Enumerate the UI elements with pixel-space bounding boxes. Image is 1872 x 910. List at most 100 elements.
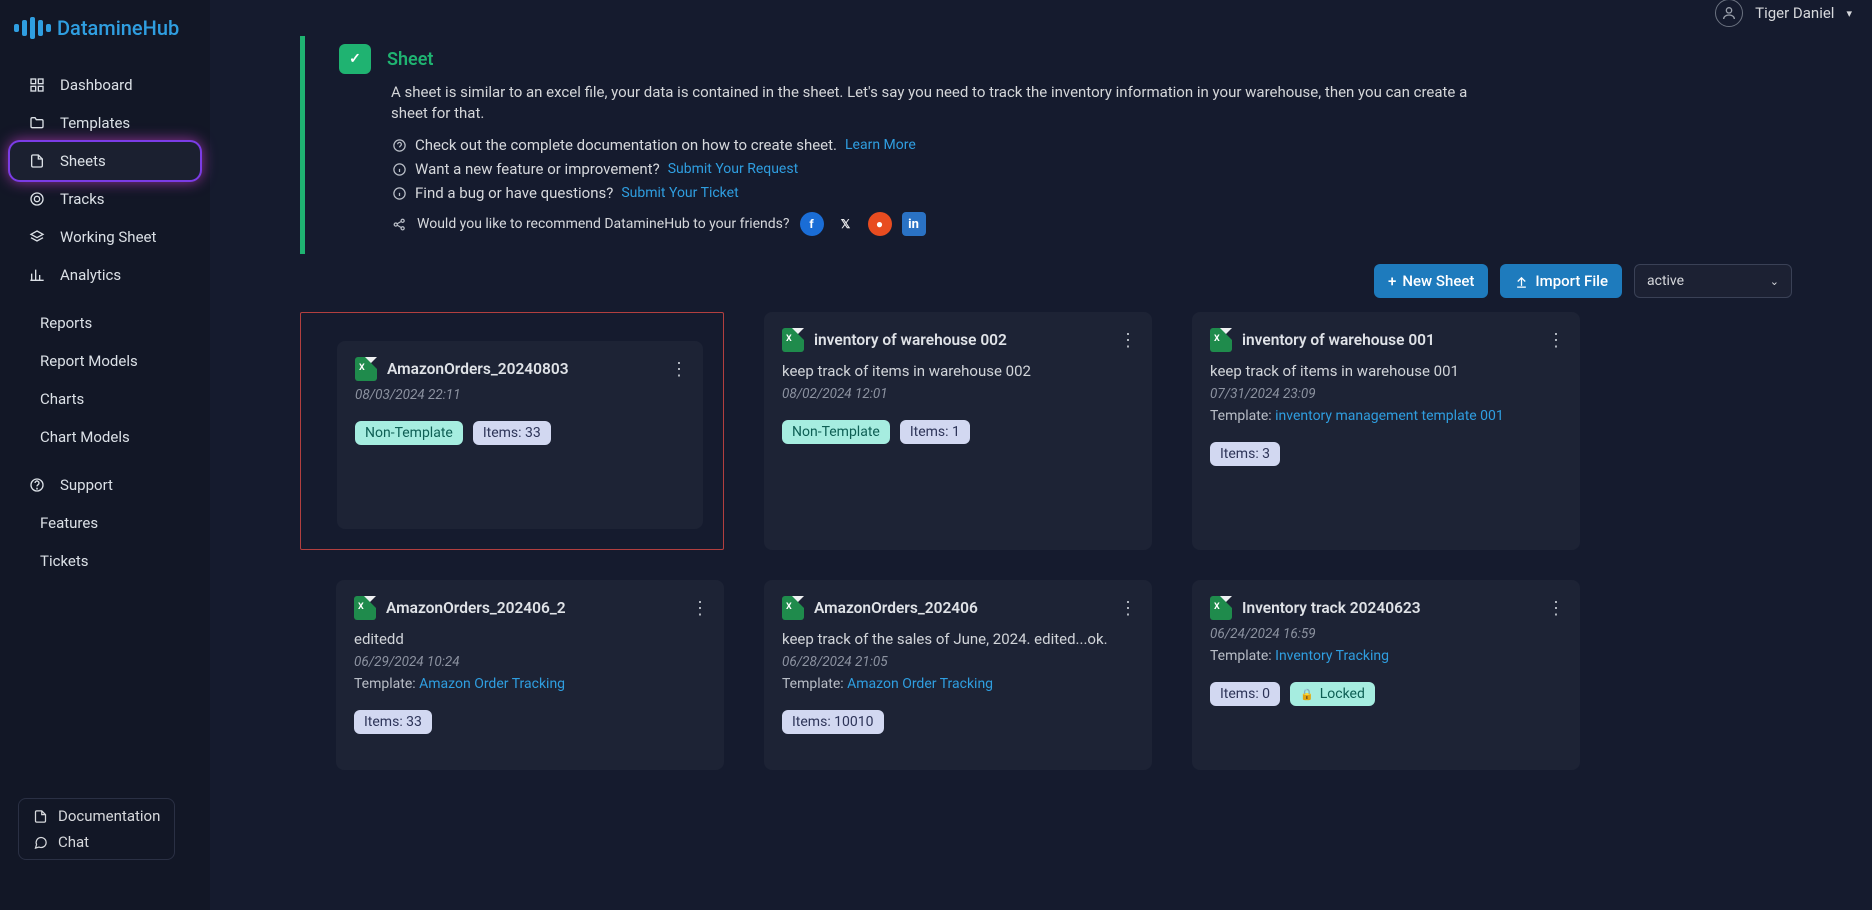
select-value: active — [1647, 273, 1684, 289]
brand-name: DatamineHub — [57, 16, 179, 40]
sidebar: DatamineHub Dashboard Templates Sheets T… — [0, 0, 210, 910]
spreadsheet-icon — [355, 357, 377, 381]
card-badges: Items: 10010 — [782, 710, 1134, 734]
card-badges: Items: 33 — [354, 710, 706, 734]
card-badges: Non-Template Items: 1 — [782, 420, 1134, 444]
sheet-card[interactable]: AmazonOrders_202406 ⋮ keep track of the sa… — [764, 580, 1152, 770]
card-badges: Items: 3 — [1210, 442, 1562, 466]
logo-bars-icon — [14, 17, 51, 39]
card-title: Inventory track 20240623 — [1242, 599, 1421, 617]
sidebar-item-support[interactable]: Support — [0, 466, 210, 504]
card-menu-button[interactable]: ⋮ — [1547, 330, 1566, 351]
import-file-button[interactable]: Import File — [1500, 264, 1622, 298]
sidebar-item-label: Support — [60, 476, 113, 494]
main: ✓ Sheet A sheet is similar to an excel f… — [210, 0, 1872, 910]
sidebar-item-label: Tickets — [40, 552, 89, 570]
x-twitter-icon[interactable]: 𝕏 — [834, 212, 858, 236]
doc-icon — [33, 809, 48, 824]
plus-icon: + — [1388, 272, 1396, 290]
card-menu-button[interactable]: ⋮ — [1119, 330, 1138, 351]
sidebar-item-label: Analytics — [60, 266, 121, 284]
items-badge: Items: 1 — [900, 420, 970, 444]
banner-row-text: Find a bug or have questions? — [415, 184, 613, 202]
chat-icon — [33, 835, 48, 850]
cards-grid: AmazonOrders_20240803⋮08/03/2024 22:11No… — [300, 312, 1832, 770]
sheet-card[interactable]: AmazonOrders_202406_2 ⋮ editedd 06/29/2024 … — [336, 580, 724, 770]
card-menu-button[interactable]: ⋮ — [1547, 598, 1566, 619]
card-badges: Non-TemplateItems: 33 — [355, 421, 685, 445]
card-title: AmazonOrders_202406 — [814, 599, 978, 617]
card-template-link[interactable]: inventory management template 001 — [1275, 408, 1504, 424]
card-template-label: Template: — [1210, 408, 1275, 424]
sidebar-item-sheets[interactable]: Sheets — [10, 142, 200, 180]
card-description: editedd — [354, 630, 706, 648]
sidebar-item-working-sheet[interactable]: Working Sheet — [0, 218, 210, 256]
sidebar-item-tracks[interactable]: Tracks — [0, 180, 210, 218]
status-filter-select[interactable]: active ⌄ — [1634, 264, 1792, 298]
card-template-label: Template: — [354, 676, 419, 692]
lock-icon: 🔒 — [1300, 688, 1314, 701]
items-badge: Items: 10010 — [782, 710, 884, 734]
sidebar-item-label: Report Models — [40, 352, 138, 370]
sheet-card[interactable]: inventory of warehouse 002⋮keep track of… — [764, 312, 1152, 550]
chevron-updown-icon: ⌄ — [1770, 275, 1779, 288]
upload-icon — [1514, 274, 1529, 289]
sidebar-item-tickets[interactable]: Tickets — [0, 542, 210, 580]
button-label: New Sheet — [1402, 272, 1474, 290]
spreadsheet-icon — [1210, 596, 1232, 620]
sidebar-item-analytics[interactable]: Analytics — [0, 256, 210, 294]
card-date: 06/29/2024 10:24 — [354, 654, 706, 670]
sidebar-item-reports[interactable]: Reports — [0, 304, 210, 342]
sidebar-item-features[interactable]: Features — [0, 504, 210, 542]
card-menu-button[interactable]: ⋮ — [670, 359, 689, 380]
card-template-link[interactable]: Amazon Order Tracking — [847, 676, 993, 692]
sidebar-item-templates[interactable]: Templates — [0, 104, 210, 142]
info-icon — [391, 161, 407, 177]
sidebar-item-documentation[interactable]: Documentation — [33, 807, 160, 825]
facebook-icon[interactable]: f — [800, 212, 824, 236]
non-template-badge: Non-Template — [782, 420, 890, 444]
card-date: 08/02/2024 12:01 — [782, 386, 1134, 402]
sidebar-bottom-box: Documentation Chat — [18, 798, 175, 860]
card-template-link[interactable]: Inventory Tracking — [1275, 648, 1389, 664]
learn-more-link[interactable]: Learn More — [845, 137, 916, 153]
card-description: keep track of the sales of June, 2024. e… — [782, 630, 1134, 648]
sidebar-item-label: Working Sheet — [60, 228, 156, 246]
card-menu-button[interactable]: ⋮ — [1119, 598, 1138, 619]
sidebar-item-dashboard[interactable]: Dashboard — [0, 66, 210, 104]
sidebar-item-label: Chart Models — [40, 428, 130, 446]
bar-chart-icon — [28, 266, 46, 284]
layers-icon — [28, 228, 46, 246]
sidebar-item-chat[interactable]: Chat — [33, 833, 160, 851]
banner-row-text: Want a new feature or improvement? — [415, 160, 660, 178]
toolbar: + New Sheet Import File active ⌄ — [300, 264, 1832, 298]
spreadsheet-icon — [782, 328, 804, 352]
sheet-card[interactable]: AmazonOrders_20240803⋮08/03/2024 22:11No… — [337, 341, 703, 529]
card-menu-button[interactable]: ⋮ — [691, 598, 710, 619]
new-sheet-button[interactable]: + New Sheet — [1374, 264, 1488, 298]
brand-logo[interactable]: DatamineHub — [0, 10, 210, 66]
non-template-badge: Non-Template — [355, 421, 463, 445]
info-icon — [391, 185, 407, 201]
card-template: Template: Amazon Order Tracking — [354, 676, 706, 692]
card-title: inventory of warehouse 001 — [1242, 331, 1435, 349]
sidebar-item-report-models[interactable]: Report Models — [0, 342, 210, 380]
sidebar-item-chart-models[interactable]: Chart Models — [0, 418, 210, 456]
submit-request-link[interactable]: Submit Your Request — [668, 161, 798, 177]
sheet-card[interactable]: Inventory track 20240623⋮06/24/2024 16:5… — [1192, 580, 1580, 770]
card-badges: Items: 0🔒Locked — [1210, 682, 1562, 706]
sheet-card[interactable]: inventory of warehouse 001⋮keep track of… — [1192, 312, 1580, 550]
card-date: 06/28/2024 21:05 — [782, 654, 1134, 670]
card-title: AmazonOrders_202406_2 — [386, 599, 566, 617]
sidebar-item-label: Reports — [40, 314, 92, 332]
spreadsheet-icon — [354, 596, 376, 620]
reddit-icon[interactable]: ● — [868, 212, 892, 236]
card-template-link[interactable]: Amazon Order Tracking — [419, 676, 565, 692]
sidebar-item-charts[interactable]: Charts — [0, 380, 210, 418]
items-badge: Items: 0 — [1210, 682, 1280, 706]
spreadsheet-icon — [782, 596, 804, 620]
selected-card-highlight: AmazonOrders_20240803⋮08/03/2024 22:11No… — [300, 312, 724, 550]
banner-description: A sheet is similar to an excel file, you… — [391, 82, 1491, 124]
submit-ticket-link[interactable]: Submit Your Ticket — [621, 185, 738, 201]
linkedin-icon[interactable]: in — [902, 212, 926, 236]
